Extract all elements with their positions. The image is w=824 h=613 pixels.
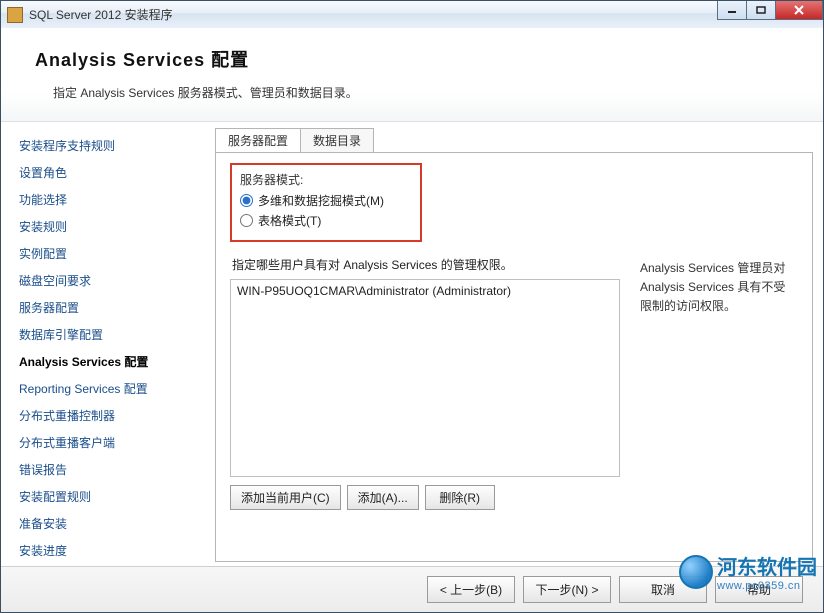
radio-multidim-label: 多维和数据挖掘模式(M) (258, 192, 384, 209)
radio-multidim[interactable]: 多维和数据挖掘模式(M) (240, 192, 412, 209)
tab-data-directories[interactable]: 数据目录 (300, 128, 374, 152)
sidebar-item[interactable]: 服务器配置 (19, 294, 203, 321)
sidebar-item[interactable]: 准备安装 (19, 510, 203, 537)
content-row: 安装程序支持规则 设置角色 功能选择 安装规则 实例配置 磁盘空间要求 服务器配… (1, 122, 823, 566)
sidebar-item[interactable]: 功能选择 (19, 186, 203, 213)
minimize-icon (727, 6, 737, 14)
main-panel: 服务器配置 数据目录 服务器模式: 多维和数据挖掘模式(M) 表格模式(T) 指… (207, 122, 823, 566)
close-button[interactable] (775, 1, 823, 20)
window-body: Analysis Services 配置 指定 Analysis Service… (0, 28, 824, 613)
wizard-footer: < 上一步(B) 下一步(N) > 取消 帮助 (1, 566, 823, 612)
sidebar: 安装程序支持规则 设置角色 功能选择 安装规则 实例配置 磁盘空间要求 服务器配… (1, 122, 207, 566)
radio-tabular[interactable]: 表格模式(T) (240, 212, 412, 229)
sidebar-item[interactable]: 数据库引擎配置 (19, 321, 203, 348)
titlebar: SQL Server 2012 安装程序 (0, 0, 824, 28)
sidebar-item[interactable]: 安装进度 (19, 537, 203, 564)
cancel-button[interactable]: 取消 (619, 576, 707, 603)
maximize-button[interactable] (746, 1, 776, 20)
maximize-icon (756, 6, 766, 14)
add-user-button[interactable]: 添加(A)... (347, 485, 419, 510)
next-button[interactable]: 下一步(N) > (523, 576, 611, 603)
admin-note: Analysis Services 管理员对 Analysis Services… (640, 259, 790, 317)
admin-user-list[interactable]: WIN-P95UOQ1CMAR\Administrator (Administr… (230, 279, 620, 477)
sidebar-item[interactable]: 安装配置规则 (19, 483, 203, 510)
sidebar-item[interactable]: 磁盘空间要求 (19, 267, 203, 294)
page-subtitle: 指定 Analysis Services 服务器模式、管理员和数据目录。 (35, 84, 789, 101)
sidebar-item[interactable]: 设置角色 (19, 159, 203, 186)
sidebar-item[interactable]: 分布式重播客户端 (19, 429, 203, 456)
sidebar-item[interactable]: 安装规则 (19, 213, 203, 240)
window-title: SQL Server 2012 安装程序 (29, 6, 173, 23)
sidebar-item[interactable]: Reporting Services 配置 (19, 375, 203, 402)
user-action-row: 添加当前用户(C) 添加(A)... 删除(R) (230, 485, 798, 510)
header-area: Analysis Services 配置 指定 Analysis Service… (1, 28, 823, 122)
tab-strip: 服务器配置 数据目录 (215, 128, 813, 152)
back-button[interactable]: < 上一步(B) (427, 576, 515, 603)
radio-tabular-label: 表格模式(T) (258, 212, 321, 229)
tab-server-config[interactable]: 服务器配置 (215, 128, 301, 152)
sidebar-item[interactable]: 分布式重播控制器 (19, 402, 203, 429)
window-controls (718, 1, 823, 20)
radio-tabular-input[interactable] (240, 214, 253, 227)
tab-panel: 服务器模式: 多维和数据挖掘模式(M) 表格模式(T) 指定哪些用户具有对 An… (215, 152, 813, 562)
list-item[interactable]: WIN-P95UOQ1CMAR\Administrator (Administr… (237, 284, 613, 298)
sidebar-item[interactable]: 实例配置 (19, 240, 203, 267)
server-mode-group: 服务器模式: 多维和数据挖掘模式(M) 表格模式(T) (230, 163, 422, 242)
close-icon (793, 5, 805, 15)
sidebar-item[interactable]: 错误报告 (19, 456, 203, 483)
add-current-user-button[interactable]: 添加当前用户(C) (230, 485, 341, 510)
radio-multidim-input[interactable] (240, 194, 253, 207)
minimize-button[interactable] (717, 1, 747, 20)
server-mode-legend: 服务器模式: (240, 171, 412, 188)
sidebar-item-current[interactable]: Analysis Services 配置 (19, 348, 203, 375)
sidebar-item[interactable]: 安装程序支持规则 (19, 132, 203, 159)
page-title: Analysis Services 配置 (35, 46, 789, 72)
app-icon (7, 7, 23, 23)
remove-user-button[interactable]: 删除(R) (425, 485, 495, 510)
help-button[interactable]: 帮助 (715, 576, 803, 603)
